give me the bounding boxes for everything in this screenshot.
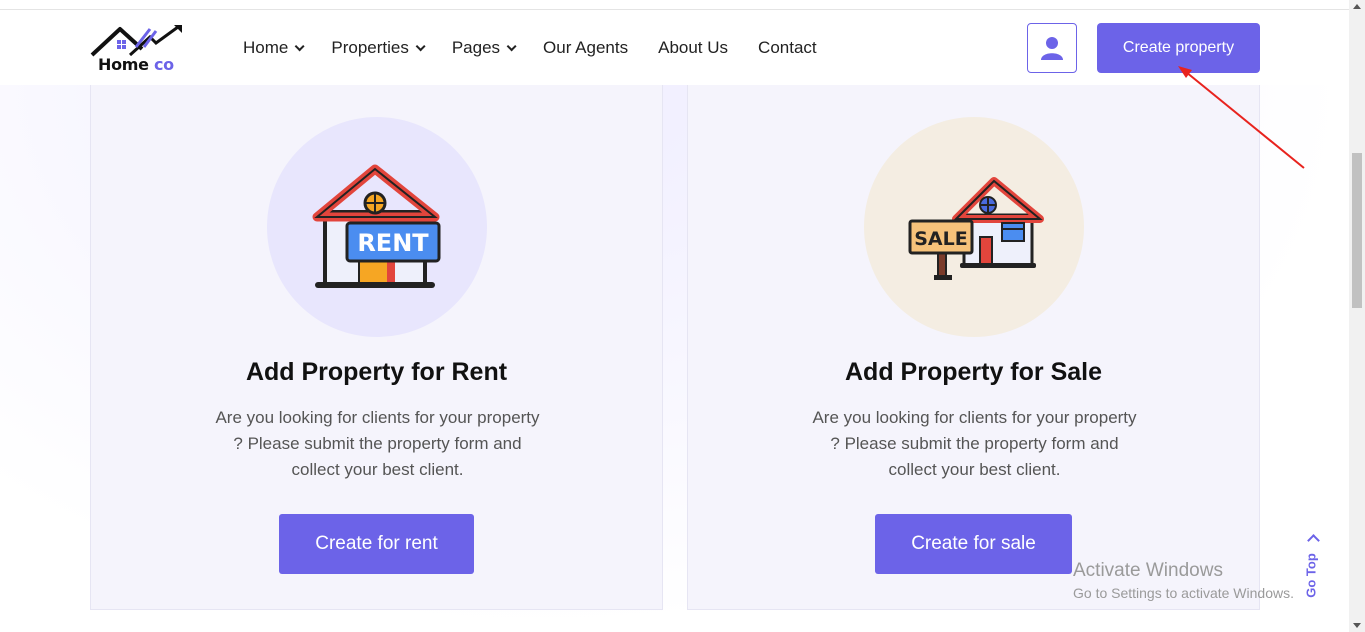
- nav-label: Properties: [331, 38, 409, 57]
- sale-sign-text: SALE: [914, 228, 967, 250]
- user-icon: [1041, 37, 1063, 60]
- create-for-rent-button[interactable]: Create for rent: [279, 514, 474, 574]
- rent-sign-text: RENT: [357, 229, 429, 257]
- scroll-down-arrow-icon[interactable]: [1353, 623, 1361, 628]
- chevron-down-icon: [506, 40, 517, 51]
- create-for-sale-button[interactable]: Create for sale: [875, 514, 1072, 574]
- browser-top-edge: [0, 0, 1365, 10]
- page-scrollbar[interactable]: [1349, 0, 1365, 632]
- sale-desc-line: Are you looking for clients for your pro…: [812, 408, 1137, 427]
- chevron-down-icon: [415, 40, 426, 51]
- main-nav: Home Properties Pages Our Agents About U…: [243, 11, 847, 85]
- user-account-button[interactable]: [1027, 23, 1077, 73]
- site-header: Home co Home Properties Pages Our Agents…: [0, 11, 1350, 85]
- create-property-button[interactable]: Create property: [1097, 23, 1260, 73]
- nav-label: About Us: [658, 38, 729, 57]
- sale-desc-line: ? Please submit the property form and: [830, 434, 1119, 453]
- nav-label: Contact: [758, 38, 817, 57]
- windows-activation-watermark: Activate Windows Go to Settings to activ…: [1073, 559, 1294, 603]
- rent-card-description: Are you looking for clients for your pro…: [191, 405, 564, 483]
- logo-text-co: co: [154, 55, 174, 74]
- nav-item-about-us[interactable]: About Us: [658, 38, 728, 58]
- nav-item-contact[interactable]: Contact: [758, 38, 817, 58]
- logo-text-home: Home: [98, 55, 149, 74]
- rent-desc-line: Are you looking for clients for your pro…: [215, 408, 540, 427]
- chevron-down-icon: [295, 40, 305, 51]
- nav-label: Home: [243, 38, 289, 57]
- watermark-line-2: Go to Settings to activate Windows.: [1073, 585, 1294, 601]
- rent-desc-line: collect your best client.: [291, 460, 464, 479]
- sale-card-title: Add Property for Sale: [845, 358, 1102, 386]
- sale-card-description: Are you looking for clients for your pro…: [788, 405, 1161, 483]
- nav-label: Our Agents: [543, 38, 629, 57]
- house-sale-sign-icon: SALE: [908, 177, 1044, 280]
- logo-text: Home co: [98, 55, 174, 74]
- watermark-line-1: Activate Windows: [1073, 560, 1223, 581]
- nav-label: Pages: [451, 38, 501, 57]
- nav-item-pages[interactable]: Pages: [451, 38, 517, 58]
- rent-icon-circle: RENT: [267, 117, 487, 337]
- sale-desc-line: collect your best client.: [888, 460, 1061, 479]
- nav-item-our-agents[interactable]: Our Agents: [543, 38, 628, 58]
- logo[interactable]: Home co: [90, 25, 185, 74]
- scroll-up-arrow-icon[interactable]: [1353, 4, 1361, 9]
- house-rent-sign-icon: RENT: [312, 164, 441, 288]
- rent-desc-line: ? Please submit the property form and: [233, 434, 522, 453]
- go-top-button[interactable]: Go Top: [1297, 530, 1327, 605]
- sale-card: SALE Add Property for Sale Are you looki…: [687, 85, 1260, 610]
- go-top-label: Go Top: [1303, 553, 1319, 598]
- nav-item-properties[interactable]: Properties: [331, 38, 426, 58]
- nav-item-home[interactable]: Home: [243, 38, 305, 58]
- sale-icon-circle: SALE: [864, 117, 1084, 337]
- rent-card: RENT Add Property for Rent Are you looki…: [90, 85, 663, 610]
- scrollbar-thumb[interactable]: [1352, 153, 1362, 308]
- rent-card-title: Add Property for Rent: [245, 358, 508, 386]
